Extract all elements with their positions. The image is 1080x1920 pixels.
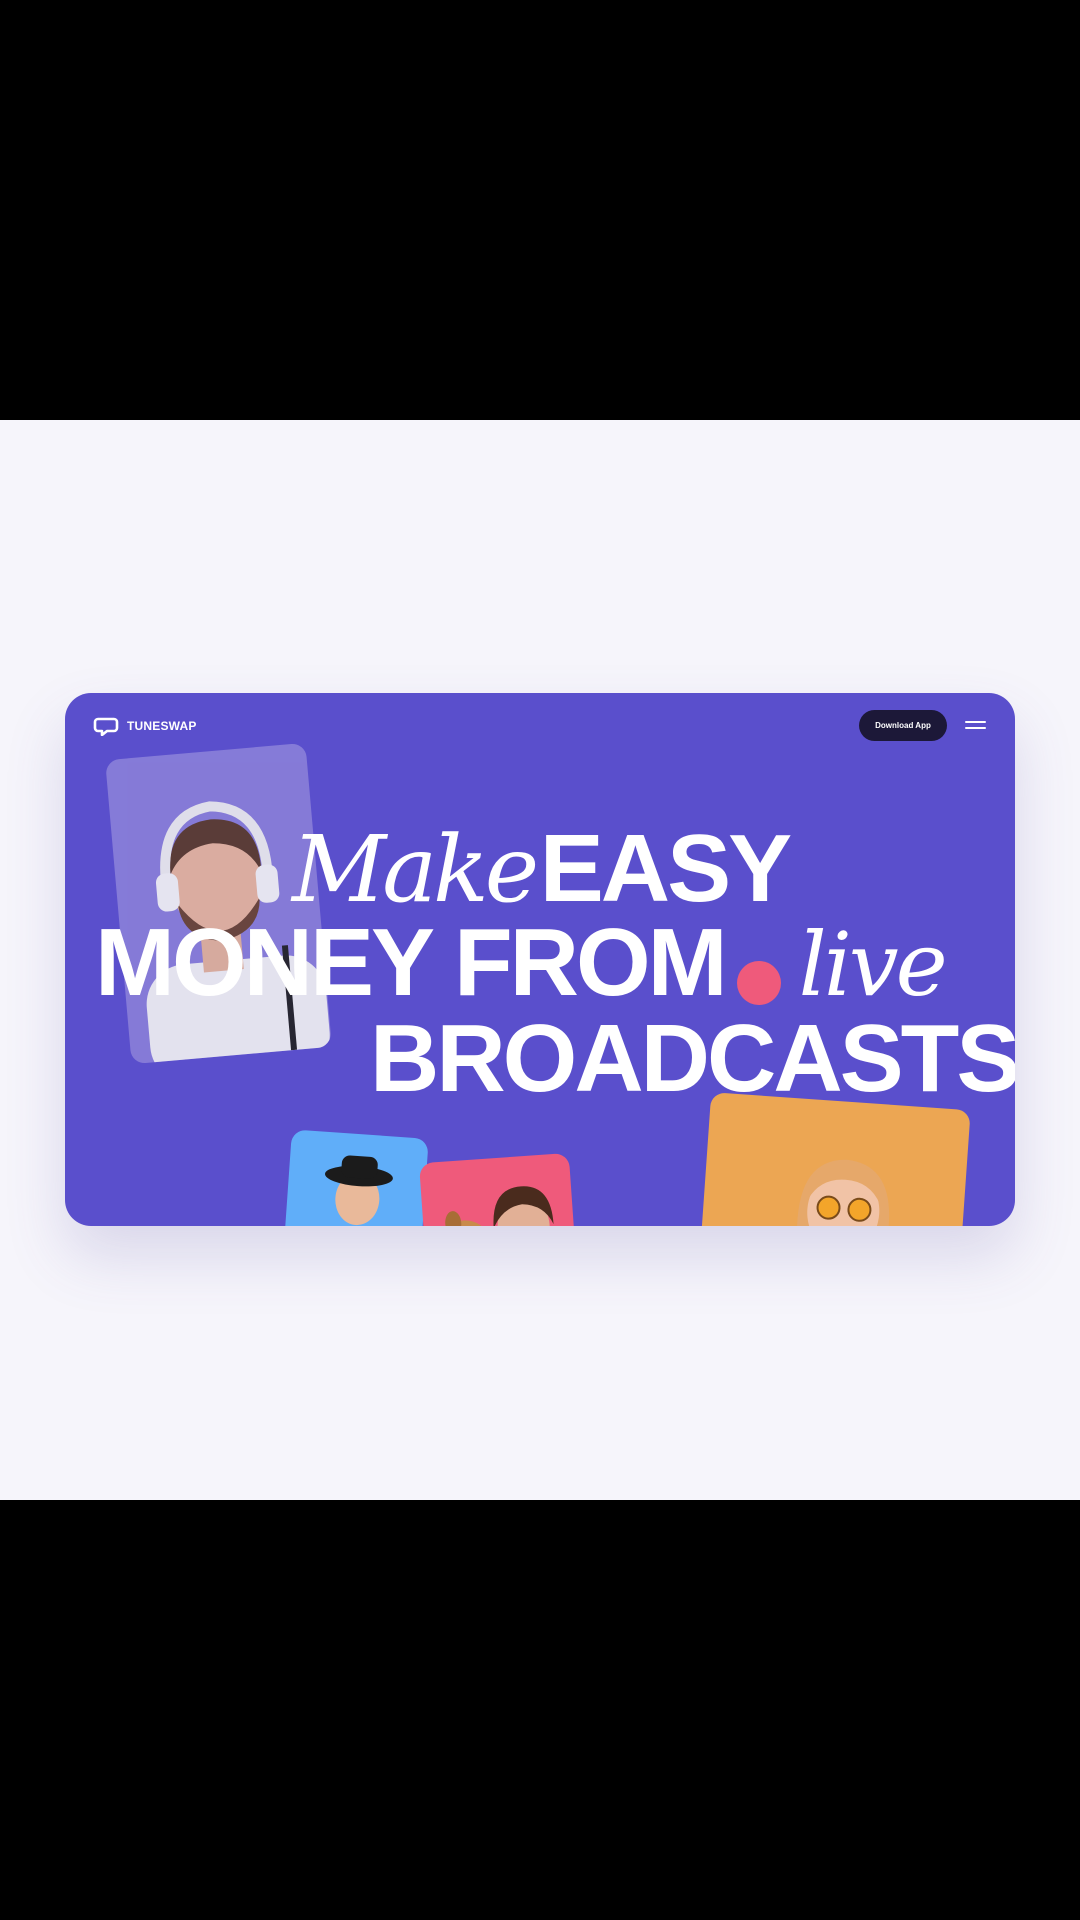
live-indicator-dot <box>736 960 781 1005</box>
page-stage: TUNESWAP Download App Make EASY MONEY FR… <box>0 420 1080 1500</box>
headline-bold-broadcasts: BROADCASTS <box>370 1005 1015 1112</box>
brand-name: TUNESWAP <box>127 719 197 733</box>
broadcaster-photo-dog <box>418 1152 578 1226</box>
headline-line-3: BROADCASTS <box>370 1011 1015 1107</box>
hero-card: TUNESWAP Download App Make EASY MONEY FR… <box>65 693 1015 1226</box>
headline-script-live: live <box>798 913 948 1016</box>
headline-bold-money-from: MONEY FROM <box>95 909 728 1016</box>
hamburger-menu-icon[interactable] <box>965 720 986 730</box>
download-app-button[interactable]: Download App <box>859 710 947 741</box>
tuneswap-logo-icon <box>93 717 119 736</box>
headline-script-make: Make <box>292 816 539 923</box>
headline-line-2: MONEY FROM live <box>95 913 948 1016</box>
broadcaster-photo-sunglasses <box>697 1092 971 1226</box>
broadcaster-photo-hat <box>282 1129 429 1226</box>
headline-line-1: Make EASY <box>292 821 792 917</box>
brand-logo[interactable]: TUNESWAP <box>93 716 197 736</box>
headline-bold-easy: EASY <box>539 815 792 922</box>
